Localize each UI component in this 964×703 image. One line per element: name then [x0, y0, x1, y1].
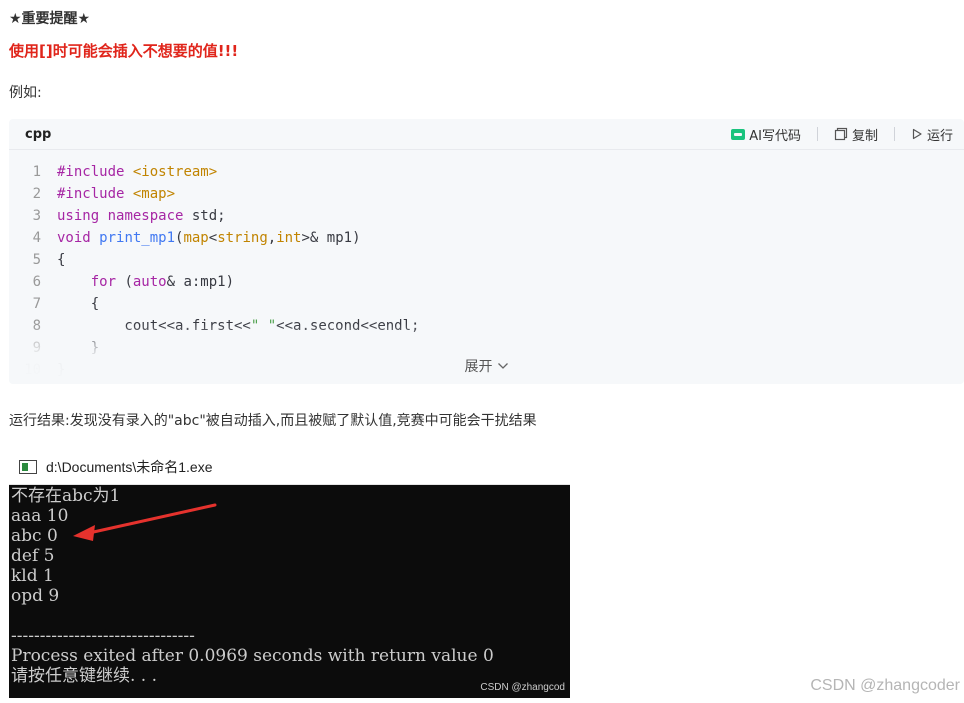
code-line: 5 { — [9, 249, 964, 271]
toolbar-divider — [893, 127, 895, 141]
code-body: 1 #include <iostream> 2 #include <map> 3… — [9, 150, 964, 384]
code-language: cpp — [25, 126, 52, 142]
code-toolbar: AI写代码 复制 运行 — [731, 125, 953, 144]
line-number: 2 — [32, 186, 41, 202]
line-number: 4 — [32, 230, 41, 246]
code-text: { — [57, 252, 66, 268]
code-line: 3 using namespace std; — [9, 205, 964, 227]
code-text: void print_mp1(map<string,int>& mp1) — [57, 230, 361, 246]
code-header: cpp AI写代码 复制 运行 — [9, 119, 964, 150]
console-line: def 5 — [11, 546, 55, 566]
chevron-down-icon — [497, 363, 508, 369]
line-number: 5 — [32, 252, 41, 268]
result-text: 运行结果:发现没有录入的"abc"被自动插入,而且被赋了默认值,竞赛中可能会干扰… — [9, 413, 537, 429]
console-window: d:\Documents\未命名1.exe 不存在abc为1 aaa 10 ab… — [9, 449, 570, 698]
copy-button[interactable]: 复制 — [834, 125, 878, 144]
line-number: 6 — [32, 274, 41, 290]
code-line: 7 { — [9, 293, 964, 315]
toolbar-divider — [816, 127, 818, 141]
csdn-watermark: CSDN @zhangcoder — [810, 677, 960, 694]
copy-icon — [834, 127, 848, 141]
expand-label: 展开 — [464, 359, 493, 375]
line-number: 7 — [32, 296, 41, 312]
code-text: { — [57, 296, 100, 312]
expand-overlay: 展开 — [9, 324, 964, 384]
code-text: for (auto& a:mp1) — [90, 274, 235, 290]
line-number: 3 — [32, 208, 41, 224]
code-text: #include <map> — [57, 186, 176, 202]
ai-icon — [731, 128, 746, 140]
notice-title: ★重要提醒★ — [9, 11, 91, 27]
warning-text: 使用[]时可能会插入不想要的值!!! — [9, 42, 239, 60]
console-title: d:\Documents\未命名1.exe — [46, 458, 213, 475]
console-line: kld 1 — [11, 566, 54, 586]
play-icon — [912, 128, 922, 140]
ai-write-button[interactable]: AI写代码 — [731, 125, 801, 144]
code-text: using namespace std; — [57, 208, 226, 224]
console-titlebar: d:\Documents\未命名1.exe — [9, 449, 570, 485]
code-line: 4 void print_mp1(map<string,int>& mp1) — [9, 227, 964, 249]
code-line: 6 for (auto& a:mp1) — [9, 271, 964, 293]
console-line: opd 9 — [11, 586, 60, 606]
console-line: abc 0 — [11, 526, 58, 546]
code-line: 1 #include <iostream> — [9, 161, 964, 183]
expand-button[interactable]: 展开 — [465, 356, 509, 376]
code-line: 2 #include <map> — [9, 183, 964, 205]
code-text: #include <iostream> — [57, 164, 218, 180]
code-block: cpp AI写代码 复制 运行 1 #include <iostream> 2 … — [9, 119, 964, 384]
copy-label: 复制 — [851, 128, 878, 144]
ai-write-label: AI写代码 — [749, 128, 801, 144]
console-line: Process exited after 0.0969 seconds with… — [11, 646, 494, 666]
console-line: aaa 10 — [11, 506, 69, 526]
console-watermark: CSDN @zhangcod — [480, 682, 565, 693]
console-app-icon — [19, 459, 37, 474]
run-label: 运行 — [926, 128, 953, 144]
example-label: 例如: — [9, 85, 42, 101]
console-line: -------------------------------- — [11, 626, 195, 646]
console-line: 不存在abc为1 — [11, 486, 121, 506]
run-button[interactable]: 运行 — [911, 125, 953, 144]
line-number: 1 — [32, 164, 41, 180]
console-output: 不存在abc为1 aaa 10 abc 0 def 5 kld 1 opd 9 … — [9, 485, 570, 686]
